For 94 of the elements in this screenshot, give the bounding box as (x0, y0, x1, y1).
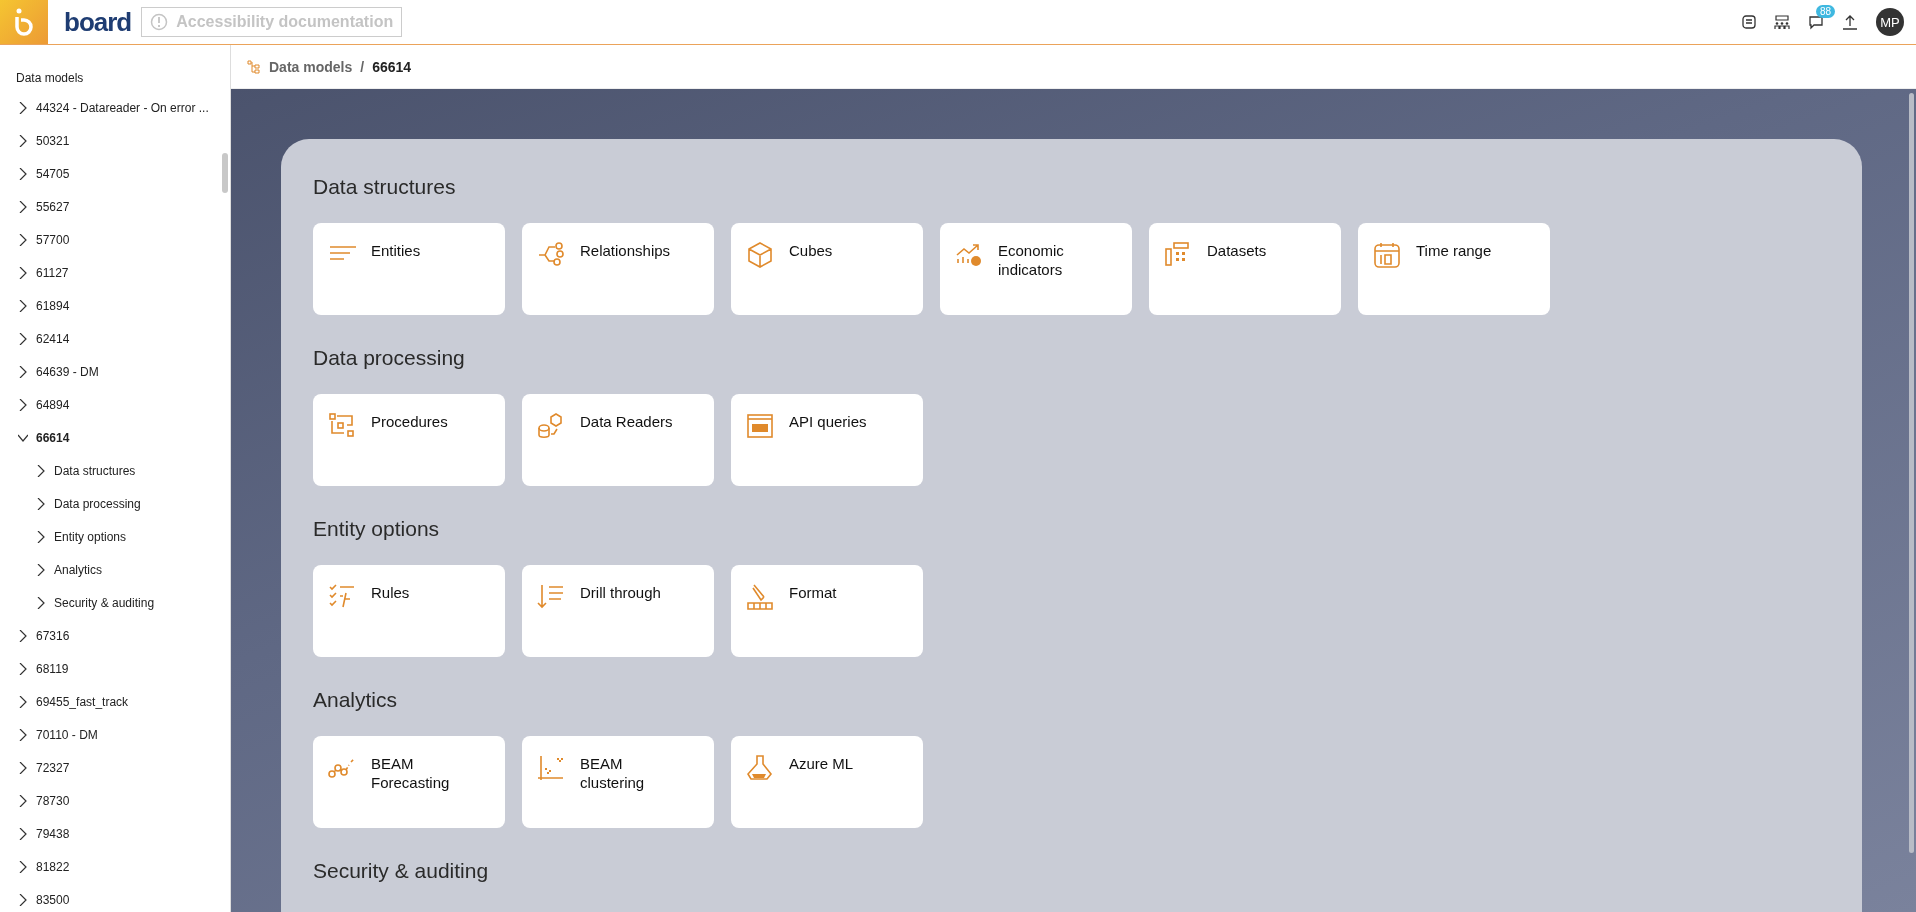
tree-item[interactable]: 81822 (0, 850, 230, 883)
chevron-right-icon[interactable] (18, 134, 28, 147)
tree-item[interactable]: Data structures (0, 454, 230, 487)
section-heading: Security & auditing (313, 859, 490, 883)
section-card[interactable]: Entities (313, 223, 505, 315)
section-card[interactable]: Format (731, 565, 923, 657)
user-avatar[interactable]: MP (1876, 8, 1904, 36)
info-circle-icon (150, 13, 169, 31)
tree-item[interactable]: 62414 (0, 322, 230, 355)
tree-item[interactable]: 57700 (0, 223, 230, 256)
section-card[interactable]: Economic indicators (940, 223, 1132, 315)
section-card[interactable]: Data Readers (522, 394, 714, 486)
people-group-icon[interactable] (1774, 14, 1790, 30)
chevron-right-icon[interactable] (18, 827, 28, 840)
section-card[interactable]: API queries (731, 394, 923, 486)
chevron-right-icon[interactable] (18, 365, 28, 378)
tree-item[interactable]: 64639 - DM (0, 355, 230, 388)
cube-icon (745, 241, 775, 269)
chevron-right-icon[interactable] (18, 101, 28, 114)
chevron-right-icon[interactable] (18, 761, 28, 774)
section-heading: Data processing (313, 346, 466, 370)
section-heading: Data structures (313, 175, 457, 199)
chevron-right-icon[interactable] (36, 530, 46, 543)
flask-icon (745, 754, 775, 782)
chat-icon[interactable] (1808, 14, 1824, 30)
logo-wordmark: board (64, 6, 132, 38)
tree-item[interactable]: 68119 (0, 652, 230, 685)
tree-item[interactable]: 72327 (0, 751, 230, 784)
section-card[interactable]: Cubes (731, 223, 923, 315)
section-card[interactable]: Azure ML (731, 736, 923, 828)
section-heading: Entity options (313, 517, 441, 541)
tree-item[interactable]: 67316 (0, 619, 230, 652)
flowchart-icon (327, 412, 357, 440)
scrollbar-thumb[interactable] (222, 153, 228, 193)
chevron-right-icon[interactable] (18, 728, 28, 741)
scrollbar-thumb[interactable] (1909, 93, 1914, 853)
growth-chart-icon (954, 241, 984, 269)
tree-item[interactable]: 55627 (0, 190, 230, 223)
tree-item[interactable]: 54705 (0, 157, 230, 190)
chevron-right-icon[interactable] (18, 266, 28, 279)
chevron-right-icon[interactable] (18, 332, 28, 345)
tree-item[interactable]: 83500 (0, 883, 230, 912)
calendar-icon (1372, 241, 1402, 269)
brush-ruler-icon (745, 583, 775, 611)
tree-structure-icon (247, 59, 261, 74)
tree-item[interactable]: Security & auditing (0, 586, 230, 619)
tree-item[interactable]: 66614 (0, 421, 230, 454)
tree-item[interactable]: 44324 - Datareader - On error ... (0, 91, 230, 124)
api-window-icon (745, 412, 775, 440)
chevron-right-icon[interactable] (18, 167, 28, 180)
section-card[interactable]: BEAM Forecasting (313, 736, 505, 828)
chevron-right-icon[interactable] (36, 497, 46, 510)
section-heading: Analytics (313, 688, 399, 712)
breadcrumb-separator: / (360, 58, 365, 75)
breadcrumb-current: 66614 (372, 58, 412, 75)
tree-item[interactable]: 69455_fast_track (0, 685, 230, 718)
section-card[interactable]: Rules (313, 565, 505, 657)
section-card[interactable]: Drill through (522, 565, 714, 657)
chevron-right-icon[interactable] (18, 860, 28, 873)
chevron-right-icon[interactable] (18, 893, 28, 906)
chevron-right-icon[interactable] (18, 398, 28, 411)
tree-item[interactable]: 79438 (0, 817, 230, 850)
tree-item[interactable]: Analytics (0, 553, 230, 586)
chevron-right-icon[interactable] (18, 662, 28, 675)
tree-item[interactable]: 61127 (0, 256, 230, 289)
chevron-right-icon[interactable] (18, 629, 28, 642)
chevron-right-icon[interactable] (18, 695, 28, 708)
section-card[interactable]: Procedures (313, 394, 505, 486)
tree-item[interactable]: Data processing (0, 487, 230, 520)
tree-item[interactable]: 64894 (0, 388, 230, 421)
tree-item[interactable]: 70110 - DM (0, 718, 230, 751)
tree-item[interactable]: 50321 (0, 124, 230, 157)
chevron-right-icon[interactable] (36, 596, 46, 609)
sidebar-title: Data models (15, 70, 85, 87)
chevron-right-icon[interactable] (18, 233, 28, 246)
section-card[interactable]: Time range (1358, 223, 1550, 315)
tree-item[interactable]: Entity options (0, 520, 230, 553)
section-card[interactable]: Datasets (1149, 223, 1341, 315)
branch-nodes-icon (536, 241, 566, 269)
message-icon[interactable] (1742, 15, 1756, 29)
chevron-right-icon[interactable] (36, 464, 46, 477)
chevron-right-icon[interactable] (18, 794, 28, 807)
scatter-axes-icon (536, 754, 566, 782)
tree-item[interactable]: 78730 (0, 784, 230, 817)
chevron-right-icon[interactable] (36, 563, 46, 576)
upload-icon[interactable] (1842, 14, 1858, 30)
section-card[interactable]: BEAM clustering (522, 736, 714, 828)
chevron-right-icon[interactable] (18, 200, 28, 213)
tree-item[interactable]: 61894 (0, 289, 230, 322)
breadcrumb-link[interactable]: Data models (269, 58, 353, 75)
section-card[interactable]: Relationships (522, 223, 714, 315)
notification-badge: 88 (1816, 5, 1836, 18)
down-arrow-list-icon (536, 583, 566, 611)
chevron-right-icon[interactable] (18, 299, 28, 312)
